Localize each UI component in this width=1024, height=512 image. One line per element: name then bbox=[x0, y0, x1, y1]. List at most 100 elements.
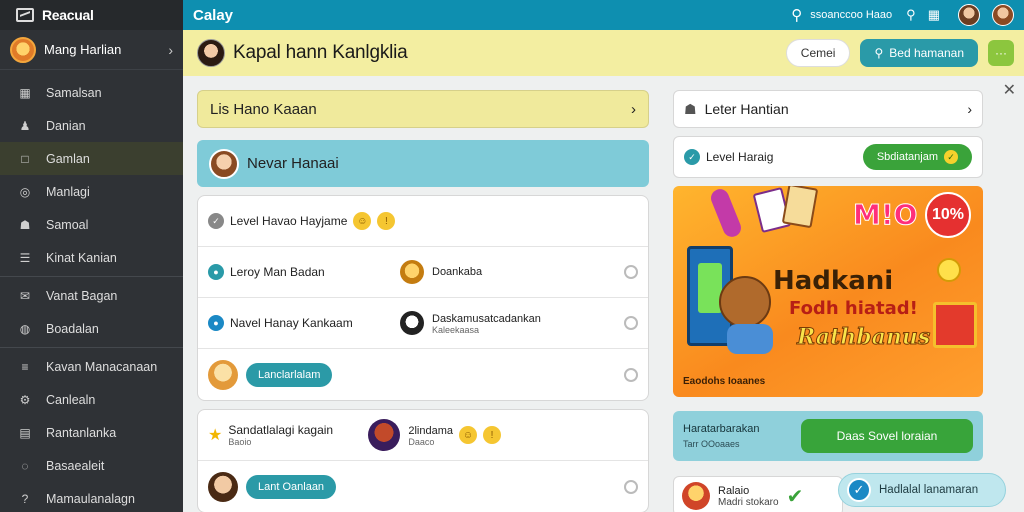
level-card: ✓ Level Haraig Sbdiatanjam ✓ bbox=[673, 136, 983, 178]
list-item-sub: Kaleekaasa bbox=[432, 325, 480, 335]
target-icon: ◎ bbox=[19, 184, 31, 199]
check-icon: ✓ bbox=[944, 150, 958, 164]
avatar bbox=[400, 260, 424, 284]
status-icon: ● bbox=[208, 264, 224, 280]
level-button[interactable]: Sbdiatanjam ✓ bbox=[862, 144, 972, 170]
profile-avatar[interactable] bbox=[992, 4, 1014, 26]
search-icon[interactable]: ⚲ bbox=[791, 6, 802, 24]
chat-icon: ◌ bbox=[21, 458, 29, 473]
avatar bbox=[209, 148, 239, 179]
sidebar-user[interactable]: Mang Harlian › bbox=[0, 30, 183, 70]
sidebar-item-vanat-bagan[interactable]: ✉ Vanat Bagan bbox=[0, 279, 183, 312]
help-icon: ? bbox=[21, 491, 29, 506]
list-item[interactable]: Lanclarlalam bbox=[198, 349, 648, 400]
list-item-right: 2lindama Daaco bbox=[408, 423, 453, 447]
radio-button[interactable] bbox=[624, 367, 638, 382]
save-button[interactable]: Daas Sovel loraian bbox=[801, 419, 973, 453]
sidebar-item-samoal[interactable]: ☗ Samoal bbox=[0, 208, 183, 241]
sidebar-item-label: Danian bbox=[46, 118, 86, 133]
sidebar-item-danian[interactable]: ♟ Danian bbox=[0, 109, 183, 142]
sidebar-item-rantanlanka[interactable]: ▤ Rantanlanka bbox=[0, 416, 183, 449]
sidebar-item-mamaulanalagn[interactable]: ? Mamaulanalagn bbox=[0, 482, 183, 512]
alert-icon: ! bbox=[482, 426, 501, 444]
bear-illustration bbox=[719, 276, 771, 328]
radio-button[interactable] bbox=[624, 479, 638, 494]
person-icon: ☗ bbox=[19, 217, 31, 232]
action-button[interactable]: Lanclarlalam bbox=[246, 362, 333, 387]
list-item-right-label: Daskamusatcadankan bbox=[432, 313, 541, 325]
info-text: Haratarbarakan Tarr OOoaaes bbox=[683, 423, 801, 449]
smile-icon: ☺ bbox=[353, 212, 372, 230]
list-item-sub: Daaco bbox=[408, 437, 435, 447]
more-button[interactable]: ··· bbox=[988, 40, 1014, 66]
list-item[interactable]: ✓ Level Havao Hayjame ☺ ! bbox=[198, 196, 648, 247]
list-header-label: Lis Hano Kaaan bbox=[210, 100, 317, 118]
bottom-card[interactable]: Ralaio Madri stokaro ✔ bbox=[673, 476, 843, 512]
sidebar-item-label: Samoal bbox=[46, 217, 89, 232]
list-item-right: Daskamusatcadankan Kaleekaasa bbox=[432, 311, 624, 335]
users-icon: ♟ bbox=[19, 118, 31, 133]
toast-label: Hadlalal lanamaran bbox=[879, 484, 979, 496]
globe-icon: ◍ bbox=[19, 321, 31, 336]
sidebar-item-samalsan[interactable]: ▦ Samalsan bbox=[0, 76, 183, 109]
primary-button[interactable]: ⚲ Bed hamanan bbox=[860, 39, 978, 67]
promo-banner[interactable]: M!O 10% Hadkani Fodh hiatad! Rathbanus E… bbox=[673, 186, 983, 397]
featured-card-label: Nevar Hanaai bbox=[247, 155, 339, 172]
main-column: Lis Hano Kaaan › Nevar Hanaai ✓ Level Ha… bbox=[197, 90, 649, 512]
list-item[interactable]: ● Navel Hanay Kankaam Daskamusatcadankan… bbox=[198, 298, 648, 349]
sidebar-item-label: Kavan Manacanaan bbox=[46, 359, 158, 374]
list-header-card[interactable]: Lis Hano Kaaan › bbox=[197, 90, 649, 128]
sidebar-item-label: Gamlan bbox=[46, 151, 90, 166]
sidebar-item-basaealeit[interactable]: ◌ Basaealeit bbox=[0, 449, 183, 482]
layers-icon: ≡ bbox=[21, 359, 29, 374]
list-item-right-label: 2lindama bbox=[408, 425, 453, 437]
sidebar-item-kavan-manacanaan[interactable]: ≡ Kavan Manacanaan bbox=[0, 350, 183, 383]
save-button-label: Daas Sovel loraian bbox=[836, 429, 938, 443]
level-button-label: Sbdiatanjam bbox=[876, 151, 938, 163]
list-item-label: Sandatlalagi kagain bbox=[228, 423, 334, 437]
sidebar-item-canlealn[interactable]: ⚙ Canlealn bbox=[0, 383, 183, 416]
chevron-right-icon: › bbox=[967, 101, 972, 117]
list-item[interactable]: Lant Oanlaan bbox=[198, 461, 648, 512]
info-line-1: Haratarbarakan bbox=[683, 423, 760, 435]
primary-button-label: Bed hamanan bbox=[889, 46, 964, 60]
action-button[interactable]: Lant Oanlaan bbox=[246, 474, 337, 499]
avatar[interactable] bbox=[958, 4, 980, 26]
search-icon[interactable]: ⚲ bbox=[906, 7, 916, 23]
mail-icon: ✉ bbox=[19, 288, 31, 303]
check-icon: ✓ bbox=[847, 478, 871, 502]
sidebar-item-label: Samalsan bbox=[46, 85, 102, 100]
sidebar-item-kinat-kanian[interactable]: ☰ Kinat Kanian bbox=[0, 241, 183, 274]
bear-illustration bbox=[727, 324, 773, 354]
list-item-right-label: Doankaba bbox=[432, 266, 483, 278]
decoration bbox=[708, 186, 744, 240]
promo-cta: Rathbanus bbox=[796, 324, 931, 351]
secondary-button[interactable]: Cemei bbox=[785, 39, 851, 67]
list-icon: ☰ bbox=[19, 250, 31, 265]
brand[interactable]: Reacual bbox=[0, 0, 183, 30]
sidebar-item-label: Boadalan bbox=[46, 321, 99, 336]
avatar bbox=[368, 419, 401, 451]
grid-icon[interactable]: ▦ bbox=[928, 7, 940, 23]
top-label[interactable]: ssoanccoo Haao bbox=[810, 9, 892, 21]
list-group-1: ✓ Level Havao Hayjame ☺ ! ● Leroy Man Ba… bbox=[197, 195, 649, 401]
search-icon: ⚲ bbox=[874, 46, 884, 60]
sidebar-item-gamlan[interactable]: □ Gamlan bbox=[0, 142, 183, 175]
avatar bbox=[197, 39, 225, 67]
divider bbox=[0, 276, 183, 277]
featured-card[interactable]: Nevar Hanaai bbox=[197, 140, 649, 187]
bottom-card-title: Ralaio bbox=[718, 484, 750, 497]
radio-button[interactable] bbox=[624, 316, 638, 330]
toast-notification[interactable]: ✓ Hadlalal lanamaran bbox=[838, 473, 1006, 507]
check-icon: ✔ bbox=[786, 485, 804, 508]
radio-button[interactable] bbox=[624, 265, 638, 279]
alert-icon: ! bbox=[377, 212, 396, 230]
list-item[interactable]: ● Leroy Man Badan Doankaba bbox=[198, 247, 648, 298]
right-header-card[interactable]: ☗ Leter Hantian › bbox=[673, 90, 983, 128]
list-item[interactable]: ★ Sandatlalagi kagain Baoio 2lindama Daa… bbox=[198, 410, 648, 461]
promo-footer: Eaodohs Ioaanes bbox=[683, 376, 766, 387]
sidebar-item-boadalan[interactable]: ◍ Boadalan bbox=[0, 312, 183, 345]
sidebar-item-manlagi[interactable]: ◎ Manlagi bbox=[0, 175, 183, 208]
avatar bbox=[400, 311, 424, 335]
close-icon[interactable]: ✕ bbox=[1003, 80, 1016, 100]
